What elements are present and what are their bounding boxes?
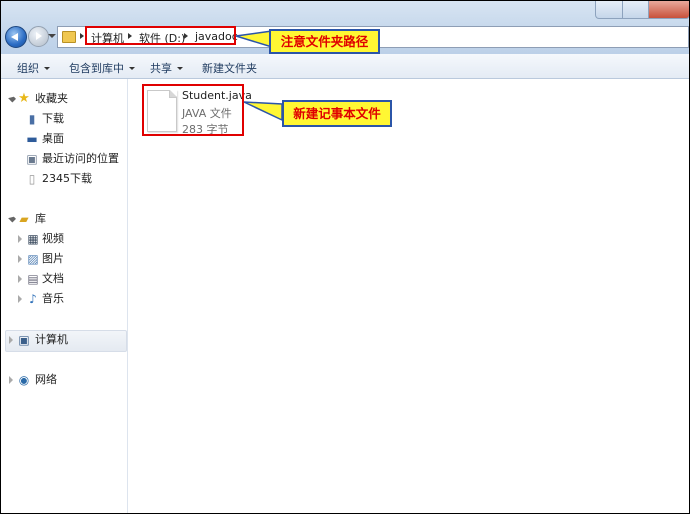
pictures-label: 图片 [42,252,64,265]
breadcrumb-separator-icon[interactable] [80,33,84,39]
network-label: 网络 [35,373,57,386]
desktop-label: 桌面 [42,132,64,145]
sidebar-item-favorites[interactable]: ★ 收藏夹 [7,91,117,107]
2345-downloads-label: 2345下载 [42,172,92,185]
organize-label: 组织 [17,62,39,75]
file-highlight-box [142,84,244,136]
expand-arrow-icon[interactable] [18,255,22,263]
path-highlight-box [85,26,236,45]
sidebar-item-recent-places[interactable]: ▣ 最近访问的位置 [25,151,125,167]
document-icon: ▯ [28,172,36,186]
forward-arrow-icon[interactable] [28,26,49,47]
explorer-window: 计算机 软件 (D:) javadoc 注意文件夹路径 组织 包含到库中 共享 … [0,0,690,514]
documents-icon: ▤ [27,272,39,286]
library-icon: ▰ [19,212,29,226]
computer-icon: ▣ [18,333,30,347]
network-icon: ◉ [18,373,30,387]
expand-arrow-icon[interactable] [8,94,16,103]
sidebar-item-desktop[interactable]: ▬ 桌面 [25,131,121,147]
recent-places-icon: ▣ [26,152,38,166]
videos-label: 视频 [42,232,64,245]
folder-icon [62,31,76,43]
sidebar-item-downloads[interactable]: ▮ 下载 [25,111,121,127]
sidebar-item-computer[interactable]: ▣ 计算机 [7,332,117,348]
recent-places-label: 最近访问的位置 [42,152,119,165]
file-callout-pointer [243,101,283,122]
expand-arrow-icon[interactable] [8,214,16,223]
close-window-button[interactable] [648,1,689,19]
sidebar-item-pictures[interactable]: ▨ 图片 [17,251,117,267]
downloads-label: 下载 [42,112,64,125]
sidebar-item-2345-downloads[interactable]: ▯ 2345下载 [25,171,121,187]
expand-arrow-icon[interactable] [18,235,22,243]
file-callout: 新建记事本文件 [282,100,392,127]
share-button[interactable]: 共享 [150,60,183,76]
expand-arrow-icon[interactable] [9,376,13,384]
sidebar-item-videos[interactable]: ▦ 视频 [17,231,117,247]
star-icon: ★ [18,91,30,106]
music-label: 音乐 [42,292,64,305]
organize-button[interactable]: 组织 [17,60,50,76]
sidebar-item-documents[interactable]: ▤ 文档 [17,271,117,287]
minimize-button[interactable] [595,1,623,19]
desktop-icon: ▬ [26,132,38,146]
share-label: 共享 [150,62,172,75]
expand-arrow-icon[interactable] [18,295,22,303]
chevron-down-icon [44,67,50,70]
download-folder-icon: ▮ [28,112,36,126]
include-library-label: 包含到库中 [69,62,124,75]
favorites-label: 收藏夹 [35,92,68,105]
recent-pages-dropdown-icon[interactable] [48,34,56,38]
path-callout-pointer [235,30,273,48]
window-title-blurred [419,5,579,17]
documents-label: 文档 [42,272,64,285]
video-icon: ▦ [27,232,39,246]
chevron-down-icon [129,67,135,70]
command-bar: 组织 包含到库中 共享 新建文件夹 [1,54,689,79]
sidebar-item-music[interactable]: ♪ 音乐 [17,291,117,307]
maximize-button[interactable] [622,1,649,19]
expand-arrow-icon[interactable] [9,336,13,344]
navigation-pane: ★ 收藏夹 ▮ 下载 ▬ 桌面 ▣ 最近访问的位置 ▯ 2345下载 ▰ 库 ▦… [1,79,128,513]
include-library-button[interactable]: 包含到库中 [69,60,135,76]
chevron-down-icon [177,67,183,70]
picture-icon: ▨ [27,252,39,266]
sidebar-item-libraries[interactable]: ▰ 库 [7,211,117,227]
new-folder-button[interactable]: 新建文件夹 [202,60,257,76]
path-callout: 注意文件夹路径 [269,29,380,54]
libraries-label: 库 [35,212,46,225]
music-note-icon: ♪ [29,292,37,306]
expand-arrow-icon[interactable] [18,275,22,283]
computer-label: 计算机 [35,333,68,346]
back-arrow-icon[interactable] [5,26,27,48]
sidebar-item-network[interactable]: ◉ 网络 [7,372,117,388]
